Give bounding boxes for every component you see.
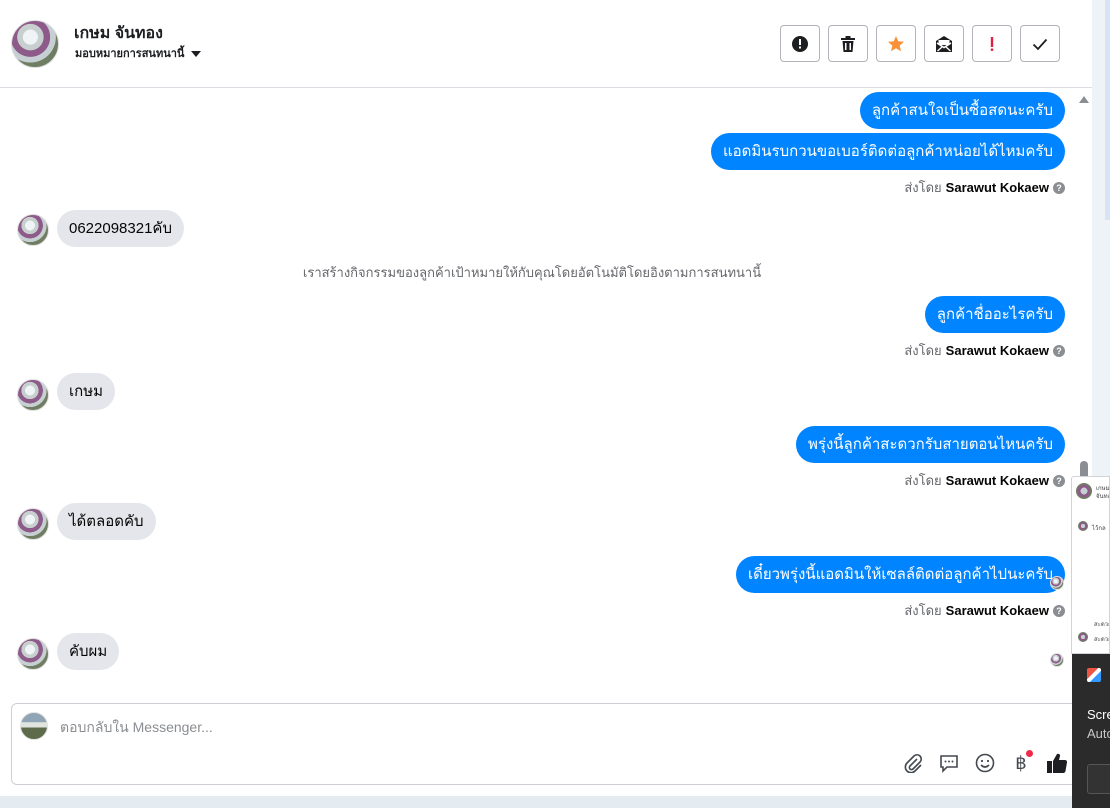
assign-conversation-dropdown[interactable]: มอบหมายการสนทนานี้ xyxy=(75,44,202,62)
composer-actions: ฿ xyxy=(902,750,1068,774)
star-button[interactable] xyxy=(876,25,916,62)
contact-avatar[interactable] xyxy=(11,20,59,68)
sent-by-prefix: ส่งโดย xyxy=(904,473,942,488)
conversation-toolbar xyxy=(780,25,1060,62)
outgoing-message[interactable]: เดี๋ยวพรุ่งนี้แอดมินให้เซลล์ติดต่อลูกค้า… xyxy=(735,556,1065,593)
help-icon[interactable]: ? xyxy=(1053,604,1065,617)
incoming-message[interactable]: 0622098321คับ xyxy=(57,210,184,247)
contact-name[interactable]: เกษม จันทอง xyxy=(74,21,163,46)
background-window-accent xyxy=(1105,0,1110,220)
trash-icon xyxy=(841,35,855,52)
popup-text: จันทอง xyxy=(1096,494,1109,500)
sent-by-line: ส่งโดย Sarawut Kokaew ? xyxy=(904,340,1065,361)
conversation-header: เกษม จันทอง มอบหมายการสนทนานี้ xyxy=(0,0,1092,88)
mark-done-button[interactable] xyxy=(1020,25,1060,62)
caret-down-icon xyxy=(191,50,202,57)
paperclip-icon xyxy=(904,753,923,773)
reply-input[interactable] xyxy=(60,716,920,738)
popup-text: ไว้กล xyxy=(1092,526,1106,532)
outgoing-message[interactable]: แอดมินรบกวนขอเบอร์ติดต่อลูกค้าหน่อยได้ไห… xyxy=(711,133,1065,170)
assign-label: มอบหมายการสนทนานี้ xyxy=(75,48,185,60)
popup-text: สะดวก xyxy=(1094,622,1109,628)
sent-by-prefix: ส่งโดย xyxy=(904,180,942,195)
seen-indicator-avatar xyxy=(1050,576,1064,590)
notification-action-button[interactable] xyxy=(1087,764,1110,794)
help-icon[interactable]: ? xyxy=(1053,474,1065,487)
alert-circle-icon xyxy=(792,35,808,52)
notification-title: Scre xyxy=(1087,707,1110,722)
system-note: เราสร้างกิจกรรมของลูกค้าเป้าหมายให้กับคุ… xyxy=(302,265,762,280)
contact-avatar-small xyxy=(17,214,49,246)
window-bottom-edge xyxy=(0,796,1072,808)
exclamation-icon xyxy=(990,36,994,51)
popup-avatar xyxy=(1078,521,1088,531)
sent-by-line: ส่งโดย Sarawut Kokaew ? xyxy=(904,177,1065,198)
screen-capture-notification[interactable]: Scre Auto xyxy=(1072,654,1110,808)
page-avatar xyxy=(20,712,48,740)
sender-name: Sarawut Kokaew xyxy=(945,343,1049,358)
chat-preview-popup[interactable]: เกษม จันทอง ไว้กล สะดวก สะดวก xyxy=(1071,476,1110,654)
emoji-button[interactable] xyxy=(974,752,996,774)
sent-by-line: ส่งโดย Sarawut Kokaew ? xyxy=(904,470,1065,491)
smiley-icon xyxy=(975,753,995,773)
report-button[interactable] xyxy=(780,25,820,62)
incoming-message[interactable]: ได้ตลอดคับ xyxy=(57,503,156,540)
contact-avatar-small xyxy=(17,508,49,540)
mark-unread-button[interactable] xyxy=(924,25,964,62)
incoming-message[interactable]: เกษม xyxy=(57,373,115,410)
reply-composer: ฿ xyxy=(11,703,1083,785)
spam-button[interactable] xyxy=(972,25,1012,62)
like-button[interactable] xyxy=(1046,752,1068,774)
notification-dot xyxy=(1026,750,1033,757)
help-icon[interactable]: ? xyxy=(1053,181,1065,194)
sender-name: Sarawut Kokaew xyxy=(945,603,1049,618)
outgoing-message[interactable]: ลูกค้าสนใจเป็นซื้อสดนะครับ xyxy=(859,92,1065,129)
thumbs-up-icon xyxy=(1047,753,1068,774)
delete-button[interactable] xyxy=(828,25,868,62)
check-icon xyxy=(1032,38,1048,50)
sent-by-prefix: ส่งโดย xyxy=(904,343,942,358)
seen-indicator-avatar xyxy=(1050,653,1064,667)
notification-subtitle: Auto xyxy=(1087,726,1110,741)
chat-bubble-icon xyxy=(940,755,958,773)
payment-button[interactable]: ฿ xyxy=(1010,750,1033,774)
outgoing-message[interactable]: ลูกค้าชื่ออะไรครับ xyxy=(924,296,1065,333)
contact-avatar-small xyxy=(17,638,49,670)
sender-name: Sarawut Kokaew xyxy=(945,180,1049,195)
outgoing-message[interactable]: พรุ่งนี้ลูกค้าสะดวกรับสายตอนไหนครับ xyxy=(796,426,1065,463)
contact-avatar-small xyxy=(17,379,49,411)
baht-icon: ฿ xyxy=(1015,752,1027,774)
attach-button[interactable] xyxy=(902,752,924,774)
sender-name: Sarawut Kokaew xyxy=(945,473,1049,488)
popup-avatar xyxy=(1078,632,1088,642)
saved-replies-button[interactable] xyxy=(938,752,960,774)
sent-by-line: ส่งโดย Sarawut Kokaew ? xyxy=(904,600,1065,621)
snipping-tool-icon xyxy=(1087,668,1101,682)
popup-avatar xyxy=(1076,483,1092,499)
star-icon xyxy=(888,35,904,51)
mark-unread-icon xyxy=(936,35,952,52)
help-icon[interactable]: ? xyxy=(1053,344,1065,357)
sent-by-prefix: ส่งโดย xyxy=(904,603,942,618)
incoming-message[interactable]: คับผม xyxy=(57,633,120,670)
popup-text: สะดวก xyxy=(1094,637,1109,643)
scroll-up-arrow-icon[interactable] xyxy=(1079,96,1089,103)
